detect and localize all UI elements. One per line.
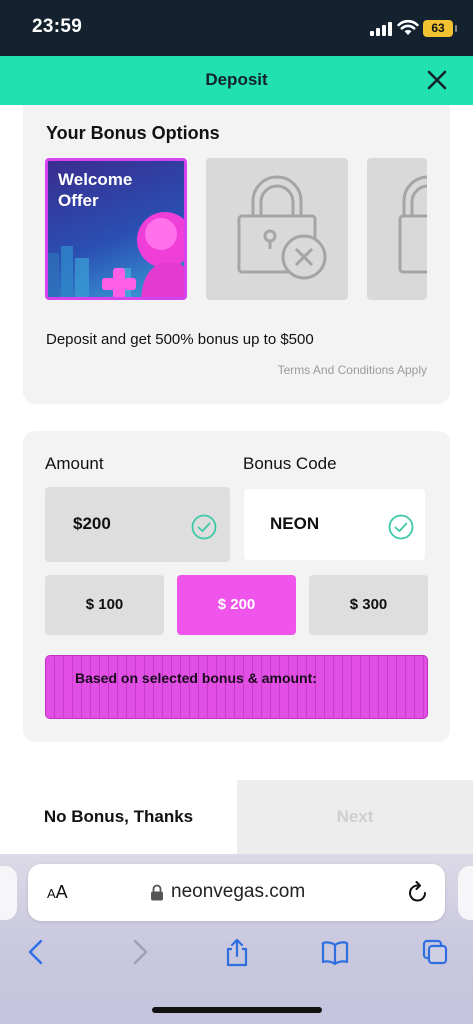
browser-chrome: AA neonvegas.com bbox=[0, 854, 473, 1024]
status-bar: 23:59 63 bbox=[0, 0, 473, 56]
bookmarks-icon[interactable] bbox=[320, 937, 350, 967]
previous-tab-peek[interactable] bbox=[0, 866, 17, 920]
welcome-offer-line1: Welcome bbox=[58, 170, 133, 189]
wifi-icon bbox=[397, 19, 419, 35]
address-bar[interactable]: AA neonvegas.com bbox=[28, 864, 445, 921]
check-circle-icon bbox=[191, 514, 217, 540]
amount-value: $200 bbox=[73, 514, 111, 533]
cellular-signal-icon bbox=[370, 22, 392, 36]
back-icon[interactable] bbox=[22, 937, 52, 967]
battery-level: 63 bbox=[431, 21, 445, 35]
url-text: neonvegas.com bbox=[171, 881, 306, 902]
welcome-offer-line2: Offer bbox=[58, 191, 99, 210]
reload-icon[interactable] bbox=[407, 880, 429, 904]
deposit-header: Deposit bbox=[0, 56, 473, 105]
amount-preset-200[interactable]: $ 200 bbox=[177, 575, 296, 635]
share-icon[interactable] bbox=[222, 937, 252, 967]
action-bar: No Bonus, Thanks Next bbox=[0, 780, 473, 854]
bonus-options-card: Your Bonus Options Welcome Offer Deposit… bbox=[23, 105, 450, 404]
no-bonus-button[interactable]: No Bonus, Thanks bbox=[0, 780, 237, 854]
bonus-code-label: Bonus Code bbox=[243, 454, 337, 473]
lock-icon bbox=[398, 175, 427, 274]
lock-x-icon bbox=[237, 175, 327, 280]
amount-label: Amount bbox=[45, 454, 104, 473]
forward-icon[interactable] bbox=[124, 937, 154, 967]
tabs-icon[interactable] bbox=[420, 937, 450, 967]
aa-large: A bbox=[55, 882, 68, 902]
amount-preset-300[interactable]: $ 300 bbox=[309, 575, 428, 635]
check-circle-icon bbox=[388, 514, 414, 540]
welcome-offer-tile[interactable]: Welcome Offer bbox=[45, 158, 187, 300]
deposit-content[interactable]: Your Bonus Options Welcome Offer Deposit… bbox=[0, 105, 473, 780]
home-indicator[interactable] bbox=[152, 1007, 322, 1013]
amount-preset-100[interactable]: $ 100 bbox=[45, 575, 164, 635]
bonus-options-title: Your Bonus Options bbox=[46, 123, 220, 143]
lock-icon bbox=[151, 884, 163, 901]
close-icon[interactable] bbox=[425, 68, 449, 92]
battery-icon: 63 bbox=[423, 20, 457, 37]
next-tab-peek[interactable] bbox=[458, 866, 473, 920]
locked-offer-tile-partial[interactable] bbox=[367, 158, 427, 300]
terms-link[interactable]: Terms And Conditions Apply bbox=[278, 363, 427, 377]
amount-card: Amount Bonus Code $200 NEON $ 100 $ 200 … bbox=[23, 431, 450, 742]
aa-small: A bbox=[47, 886, 56, 901]
next-button[interactable]: Next bbox=[237, 780, 473, 854]
amount-field[interactable]: $200 bbox=[45, 487, 230, 562]
reader-options-button[interactable]: AA bbox=[47, 882, 68, 903]
bonus-code-value: NEON bbox=[270, 514, 320, 533]
bonus-info-bar: Based on selected bonus & amount: bbox=[45, 655, 428, 719]
welcome-offer-label: Welcome Offer bbox=[58, 169, 132, 211]
status-time: 23:59 bbox=[32, 16, 83, 37]
bonus-code-field[interactable]: NEON bbox=[244, 489, 425, 560]
locked-offer-tile[interactable] bbox=[206, 158, 348, 300]
bonus-description: Deposit and get 500% bonus up to $500 bbox=[46, 331, 314, 348]
page-title: Deposit bbox=[205, 70, 268, 89]
bonus-info-text: Based on selected bonus & amount: bbox=[75, 670, 317, 686]
